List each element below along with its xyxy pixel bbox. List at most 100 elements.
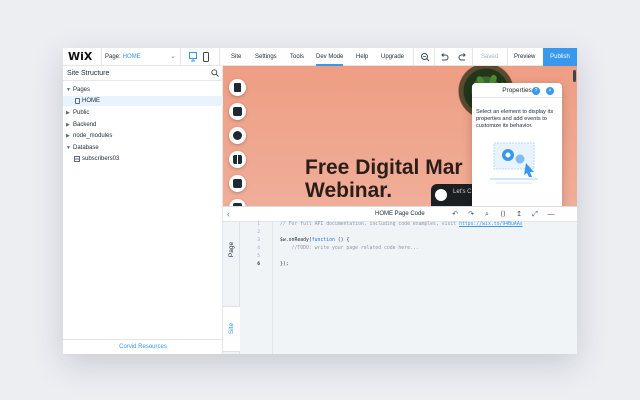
add-tool-button[interactable] bbox=[229, 127, 246, 144]
code-line-6: }); bbox=[280, 262, 289, 267]
tree-item-label: node_modules bbox=[73, 133, 113, 139]
line-number: 4 bbox=[257, 246, 260, 251]
chevron-down-icon: ▼ bbox=[66, 145, 71, 151]
media-icon bbox=[233, 179, 242, 188]
divider bbox=[413, 48, 414, 66]
properties-illustration-icon bbox=[490, 142, 538, 184]
sidebar-title: Site Structure bbox=[67, 70, 110, 77]
menu-site[interactable]: Site bbox=[231, 48, 241, 66]
tree-item-label: Pages bbox=[73, 87, 91, 93]
tree-item-label: subscribers03 bbox=[82, 156, 120, 162]
menu-settings[interactable]: Settings bbox=[255, 48, 277, 66]
chevron-right-icon: ▶ bbox=[66, 133, 70, 139]
divider bbox=[101, 48, 102, 66]
tree-item-pages[interactable]: ▼ Pages bbox=[63, 85, 223, 95]
code-comment: // For full API documentation, including… bbox=[280, 222, 460, 227]
media-tool-button[interactable] bbox=[229, 175, 246, 192]
tree-item-label: Database bbox=[73, 145, 99, 151]
undo-icon[interactable]: ↶ bbox=[449, 209, 461, 220]
code-keyword: function bbox=[311, 238, 335, 243]
menu-tools[interactable]: Tools bbox=[290, 48, 304, 66]
chevron-down-icon: ▼ bbox=[66, 87, 71, 93]
top-bar: WiX Page: HOME ⌄ Site Settings Tools Dev… bbox=[63, 48, 577, 66]
menu-dev-mode[interactable]: Dev Mode bbox=[316, 48, 344, 66]
code-panel-title: HOME Page Code bbox=[375, 211, 425, 217]
publish-button[interactable]: Publish bbox=[543, 48, 577, 66]
tree-item-subscribers03[interactable]: subscribers03 bbox=[63, 154, 223, 164]
chevron-left-icon[interactable]: ‹ bbox=[227, 209, 230, 219]
sidebar-header: Site Structure bbox=[63, 66, 223, 81]
database-table-icon bbox=[74, 156, 80, 162]
line-number: 1 bbox=[257, 222, 260, 227]
line-number: 3 bbox=[257, 238, 260, 243]
tree-item-public[interactable]: ▶ Public bbox=[63, 108, 223, 118]
mobile-view-icon[interactable] bbox=[203, 52, 209, 62]
tree-item-label: Backend bbox=[73, 122, 97, 128]
code-token: () { bbox=[334, 238, 350, 243]
apps-tool-button[interactable] bbox=[229, 151, 246, 168]
editor-window: WiX Page: HOME ⌄ Site Settings Tools Dev… bbox=[63, 48, 577, 354]
close-button[interactable]: × bbox=[546, 87, 554, 95]
search-icon[interactable]: ⌕ bbox=[481, 209, 493, 220]
divider bbox=[434, 48, 435, 66]
chevron-right-icon: ▶ bbox=[66, 122, 70, 128]
desktop-view-icon[interactable] bbox=[189, 52, 197, 62]
chat-avatar-icon bbox=[435, 189, 447, 201]
site-structure-sidebar: Site Structure ▼ Pages HOME ▶ Public ▶ B… bbox=[63, 66, 223, 354]
plus-icon bbox=[233, 131, 242, 140]
menu-upgrade[interactable]: Upgrade bbox=[381, 48, 404, 66]
tab-site[interactable]: Site bbox=[223, 306, 240, 352]
code-panel: ‹ HOME Page Code ↶ ↷ ⌕ ⟨⟩ ↥ ⤢ — Page Sit… bbox=[223, 206, 577, 354]
tab-site-label: Site bbox=[228, 322, 235, 335]
stage-scrollbar[interactable] bbox=[573, 70, 576, 82]
background-icon bbox=[233, 107, 242, 116]
line-number: 5 bbox=[257, 254, 260, 259]
zoom-icon[interactable] bbox=[420, 52, 430, 62]
chevron-right-icon: ▶ bbox=[66, 110, 70, 116]
chat-text: Let's C bbox=[453, 189, 472, 195]
code-token: $w.onReady( bbox=[280, 238, 312, 243]
minimize-icon[interactable]: — bbox=[545, 209, 557, 220]
divider bbox=[507, 48, 508, 66]
redo-icon[interactable]: ↷ bbox=[465, 209, 477, 220]
divider bbox=[219, 48, 220, 66]
tree-item-label: Public bbox=[73, 110, 90, 116]
pages-tool-button[interactable] bbox=[229, 79, 246, 96]
preview-button[interactable]: Preview bbox=[514, 48, 535, 66]
tree-item-database[interactable]: ▼ Database bbox=[63, 143, 223, 153]
page-selector-label: Page: bbox=[105, 54, 121, 60]
tab-page[interactable]: Page bbox=[223, 242, 240, 276]
code-format-icon[interactable]: ⟨⟩ bbox=[497, 209, 509, 220]
divider bbox=[180, 48, 181, 66]
redo-icon[interactable] bbox=[458, 52, 468, 62]
tree-item-home[interactable]: HOME bbox=[63, 96, 223, 106]
code-tabs: Page Site bbox=[223, 222, 240, 354]
code-line-1: // For full API documentation, including… bbox=[280, 222, 523, 227]
divider bbox=[472, 48, 473, 66]
corvid-resources-link[interactable]: Corvid Resources bbox=[63, 339, 223, 354]
maximize-icon[interactable]: ⤢ bbox=[529, 209, 541, 220]
help-button[interactable]: ? bbox=[532, 87, 540, 95]
properties-description: Select an element to display its propert… bbox=[476, 109, 554, 129]
menu-help[interactable]: Help bbox=[356, 48, 368, 66]
collapse-panel-icon[interactable]: ↥ bbox=[513, 209, 525, 220]
tab-page-label: Page bbox=[228, 241, 235, 258]
apps-icon bbox=[233, 155, 242, 164]
line-number: 2 bbox=[257, 230, 260, 235]
tree-item-label: HOME bbox=[82, 98, 100, 104]
background-tool-button[interactable] bbox=[229, 103, 246, 120]
saved-status: Saved bbox=[481, 54, 499, 60]
page-selector[interactable]: Page: HOME ⌄ bbox=[103, 48, 180, 66]
search-icon[interactable] bbox=[211, 69, 219, 77]
tree-item-node-modules[interactable]: ▶ node_modules bbox=[63, 131, 223, 141]
code-line-3: $w.onReady(function () { bbox=[280, 238, 349, 243]
code-panel-header: ‹ HOME Page Code ↶ ↷ ⌕ ⟨⟩ ↥ ⤢ — bbox=[223, 207, 577, 222]
tree-item-backend[interactable]: ▶ Backend bbox=[63, 120, 223, 130]
wix-logo[interactable]: WiX bbox=[68, 50, 92, 63]
file-icon bbox=[75, 98, 80, 104]
line-number-current: 6 bbox=[257, 262, 260, 267]
api-docs-link[interactable]: https://wix.to/94BuAAs bbox=[459, 222, 523, 227]
pages-icon bbox=[234, 83, 241, 92]
undo-icon[interactable] bbox=[439, 52, 449, 62]
code-line-4: //TODO: write your page related code her… bbox=[280, 246, 419, 251]
